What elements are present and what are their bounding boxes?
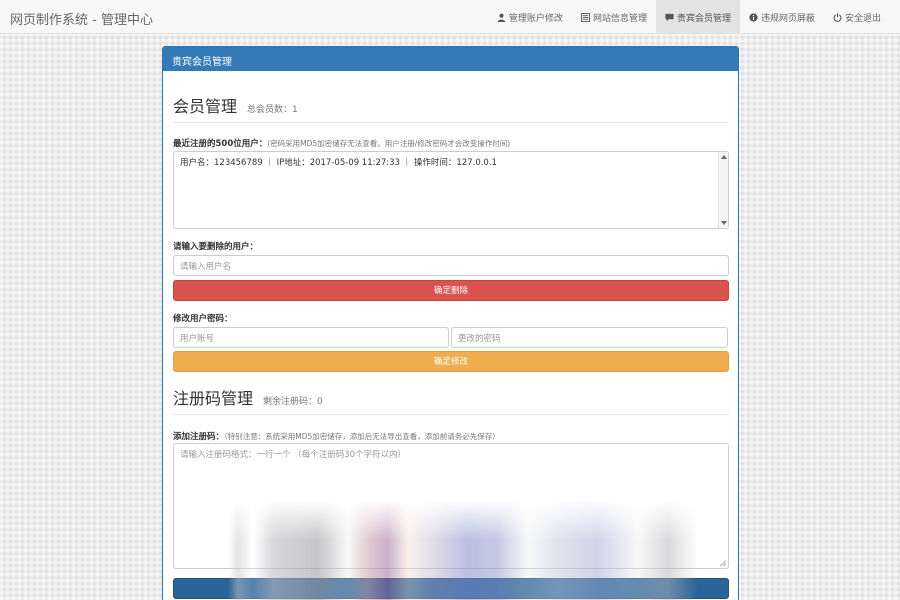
regcode-textarea[interactable]: 请输入注册码格式：一行一个 （每个注册码30个字符以内） (173, 443, 729, 569)
add-regcode-label: 添加注册码：（特别注意：系统采用MD5加密储存，添加后无法导出查看，添加前请务必… (173, 430, 500, 442)
nav-item-admin-account[interactable]: 管理账户修改 (488, 0, 572, 34)
delete-user-label: 请输入要删除的用户： (173, 242, 259, 252)
scroll-up-arrow-icon[interactable] (721, 155, 727, 159)
app-title[interactable]: 网页制作系统 - 管理中心 (10, 9, 153, 28)
nav-item-label: 网站信息管理 (592, 13, 647, 24)
nav-item-site-info[interactable]: 网站信息管理 (572, 0, 656, 34)
add-regcode-label-text: 添加注册码： (173, 432, 225, 442)
comment-icon (665, 13, 674, 22)
nav-item-label: 违规网页屏蔽 (760, 13, 815, 24)
divider (173, 414, 729, 415)
list-icon (580, 12, 590, 22)
panel-heading: 贵宾会员管理 (163, 47, 738, 71)
nav-menu: 管理账户修改 网站信息管理 贵宾会员管理 违规网页屏蔽 安全退出 (488, 0, 890, 34)
power-icon (833, 12, 842, 22)
divider (173, 122, 729, 123)
recent-users-note: (密码采用MD5加密储存无法查看。用户注册/修改密码才会改变操作时间) (267, 139, 511, 148)
add-regcode-button[interactable] (173, 578, 729, 599)
vip-members-panel: 贵宾会员管理 会员管理 总会员数：1 最近注册的500位用户：(密码采用MD5加… (162, 46, 739, 600)
regcodes-title: 注册码管理 (173, 389, 254, 408)
members-title: 会员管理 (173, 97, 238, 116)
recent-users-textarea[interactable]: 用户名：123456789 ｜ IP地址：2017-05-09 11:27:33… (173, 151, 729, 229)
regcodes-remaining: 剩余注册码：0 (263, 397, 323, 407)
members-count: 总会员数：1 (247, 105, 298, 115)
resize-handle-icon[interactable] (720, 560, 726, 566)
recent-users-label: 最近注册的500位用户：(密码采用MD5加密储存无法查看。用户注册/修改密码才会… (173, 137, 510, 149)
add-regcode-note: （特别注意：系统采用MD5加密储存，添加后无法导出查看，添加前请务必先保存） (224, 432, 500, 441)
members-section-title: 会员管理 总会员数：1 (173, 93, 298, 117)
new-password-input[interactable]: 更改的密码 (451, 327, 728, 348)
nav-item-label: 安全退出 (844, 13, 881, 24)
recent-users-text: 用户名：123456789 ｜ IP地址：2017-05-09 11:27:33… (180, 158, 497, 168)
nav-item-logout[interactable]: 安全退出 (824, 0, 890, 34)
user-icon (497, 13, 506, 22)
delete-user-button[interactable]: 确定删除 (173, 280, 729, 301)
nav-item-block-pages[interactable]: 违规网页屏蔽 (740, 0, 824, 34)
change-password-label: 修改用户密码： (173, 314, 233, 324)
recent-users-label-text: 最近注册的500位用户： (173, 139, 268, 149)
info-icon (749, 12, 758, 22)
nav-item-label: 管理账户修改 (508, 13, 563, 24)
nav-item-label: 贵宾会员管理 (676, 13, 731, 24)
regcodes-section-title: 注册码管理 剩余注册码：0 (173, 385, 323, 409)
change-password-button[interactable]: 确定修改 (173, 351, 729, 372)
top-navbar: 网页制作系统 - 管理中心 管理账户修改 网站信息管理 贵宾会员管理 违规网页屏… (0, 0, 900, 34)
regcode-placeholder: 请输入注册码格式：一行一个 （每个注册码30个字符以内） (180, 450, 407, 460)
textarea-scrollbar[interactable] (718, 152, 728, 228)
delete-username-input[interactable]: 请输入用户名 (173, 255, 729, 276)
account-input[interactable]: 用户账号 (173, 327, 449, 348)
scroll-down-arrow-icon[interactable] (721, 221, 727, 225)
nav-item-vip-members[interactable]: 贵宾会员管理 (655, 0, 740, 34)
